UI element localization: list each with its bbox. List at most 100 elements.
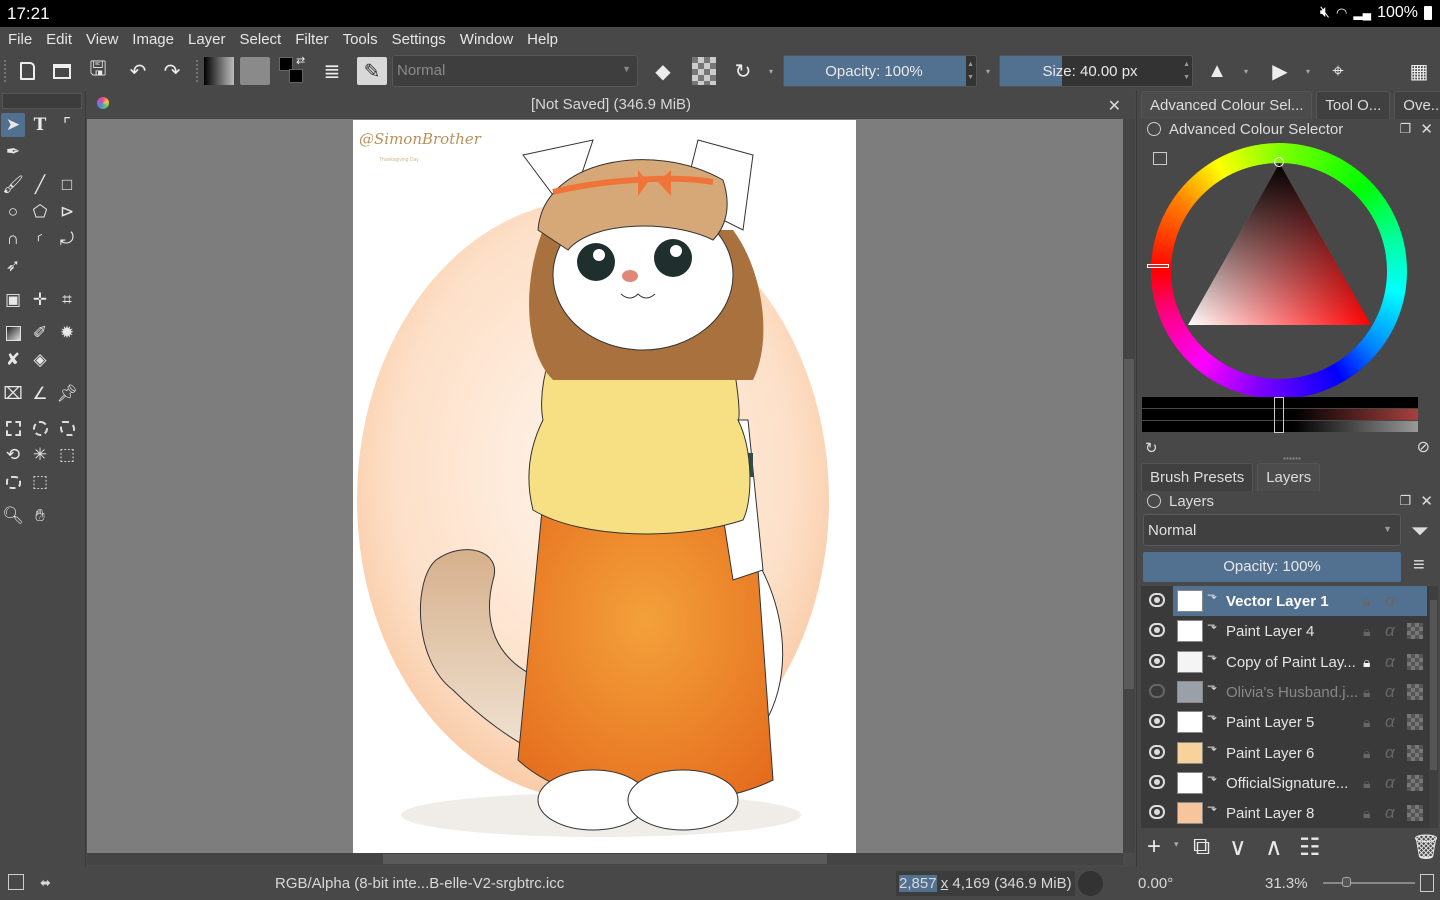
ellipse-tool[interactable]: ○	[1, 200, 25, 224]
menu-filter[interactable]: Filter	[295, 31, 328, 48]
vertical-scroll-thumb[interactable]	[1124, 359, 1134, 689]
edit-shapes-tool[interactable]: ⌜	[55, 113, 79, 137]
inherit-alpha-icon[interactable]	[1407, 683, 1423, 700]
brush-preset-button[interactable]: ✎	[357, 57, 387, 85]
layer-row[interactable]: ⬎ Olivia's Husband.j... 🔒︎ α	[1141, 677, 1427, 707]
filter-layers-icon[interactable]: ⏷	[1411, 518, 1429, 544]
color-sampler-tool[interactable]: ✐	[28, 321, 52, 345]
add-layer-dropdown[interactable]: ▾	[1174, 839, 1179, 850]
inherit-alpha-icon[interactable]	[1407, 774, 1423, 791]
mirror-h-dropdown[interactable]: ▾	[1241, 57, 1251, 85]
layer-row[interactable]: ⬎ Vector Layer 1 🔒︎ α	[1141, 586, 1427, 616]
reference-images-tool[interactable]: 📌︎	[55, 382, 79, 406]
layer-row[interactable]: ⬎ Copy of Paint Lay... 🔒︎ α	[1141, 647, 1427, 677]
horizontal-scroll-thumb[interactable]	[383, 854, 827, 864]
bezier-tool[interactable]: ∩	[1, 227, 25, 251]
gradient-tool[interactable]	[1, 321, 25, 345]
rotation-dial[interactable]	[1078, 871, 1103, 896]
alpha-lock-icon[interactable]: α	[1385, 743, 1395, 763]
polyline-tool[interactable]: ⊳	[55, 200, 79, 224]
inherit-alpha-icon[interactable]	[1407, 653, 1423, 670]
fill-tool[interactable]: ◈	[28, 348, 52, 372]
fg-bg-color-swatch[interactable]: ⇄	[278, 54, 310, 85]
redo-button[interactable]: ↷	[160, 57, 184, 85]
move-layer-down-button[interactable]: ∨	[1229, 833, 1247, 862]
dynamic-brush-tool[interactable]: ⤾	[55, 227, 79, 251]
brush-settings-button[interactable]: ≣	[320, 57, 344, 85]
layer-options-menu-icon[interactable]: ≡	[1413, 554, 1425, 577]
lock-open-icon[interactable]: 🔒︎	[1363, 805, 1370, 822]
select-shapes-tool[interactable]: ➤	[1, 113, 25, 137]
visibility-eye-icon[interactable]	[1149, 653, 1165, 668]
eraser-mode-button[interactable]: ◆	[651, 57, 675, 85]
mirror-v-dropdown[interactable]: ▾	[1303, 57, 1313, 85]
canvas-horizontal-scrollbar[interactable]	[87, 853, 1123, 865]
swap-colors-icon[interactable]: ⇄	[296, 54, 305, 67]
inherit-alpha-icon[interactable]	[1407, 805, 1423, 822]
alpha-lock-icon[interactable]: α	[1385, 773, 1395, 793]
move-tool[interactable]: ✛	[28, 288, 52, 312]
close-panel-icon[interactable]: ✕	[1420, 492, 1433, 510]
canvas-vertical-scrollbar[interactable]	[1123, 119, 1135, 853]
lock-open-icon[interactable]: 🔒︎	[1363, 623, 1370, 640]
layer-row[interactable]: ⬎ Paint Layer 4 🔒︎ α	[1141, 616, 1427, 646]
document-tab[interactable]: [Not Saved] (346.9 MiB) ✕	[87, 91, 1135, 119]
menu-edit[interactable]: Edit	[46, 31, 72, 48]
visibility-eye-icon[interactable]	[1149, 774, 1165, 789]
dock-splitter[interactable]	[1283, 457, 1301, 460]
line-tool[interactable]: ╱	[28, 173, 52, 197]
lock-open-icon[interactable]: 🔒︎	[1363, 593, 1370, 610]
menu-file[interactable]: File	[8, 31, 32, 48]
duplicate-layer-button[interactable]: ⧉	[1193, 833, 1210, 861]
contiguous-selection-tool[interactable]: ✳	[28, 443, 52, 467]
opacity-slider[interactable]: Opacity: 100% ▲ ▼	[783, 55, 977, 87]
reload-dropdown[interactable]: ▾	[766, 57, 776, 85]
multibrush-tool[interactable]: ➶	[1, 254, 25, 278]
magnetic-selection-tool[interactable]: ⬚	[28, 470, 52, 494]
float-panel-icon[interactable]: ❐	[1399, 493, 1411, 509]
lock-panel-icon[interactable]	[1147, 122, 1161, 136]
visibility-eye-icon[interactable]	[1149, 805, 1165, 820]
layer-row[interactable]: ⬎ OfficialSignature... 🔒︎ α	[1141, 768, 1427, 798]
gradient-selector[interactable]	[204, 57, 234, 85]
zoom-slider-handle[interactable]	[1342, 877, 1351, 887]
smart-patch-tool[interactable]: ✹	[55, 321, 79, 345]
assistant-tool[interactable]: ⌧	[1, 382, 25, 406]
close-document-icon[interactable]: ✕	[1108, 96, 1121, 116]
lock-open-icon[interactable]: 🔒︎	[1363, 714, 1370, 731]
elliptical-selection-tool[interactable]	[28, 416, 52, 440]
freehand-brush-tool[interactable]: 🖌︎	[1, 173, 25, 197]
preserve-alpha-button[interactable]	[692, 57, 716, 85]
freehand-path-tool[interactable]: ⸂	[28, 227, 52, 251]
mirror-horizontal-button[interactable]: ▲	[1205, 57, 1229, 85]
layer-properties-button[interactable]: ☷	[1299, 833, 1321, 862]
inherit-alpha-icon[interactable]	[1407, 714, 1423, 731]
lock-open-icon[interactable]: 🔒︎	[1363, 684, 1370, 701]
rectangular-selection-tool[interactable]	[1, 416, 25, 440]
colour-selector-settings-button[interactable]	[1153, 152, 1167, 165]
open-document-button[interactable]	[50, 57, 74, 85]
brush-blend-mode-select[interactable]: Normal ▼	[392, 55, 638, 87]
menu-select[interactable]: Select	[240, 31, 282, 48]
alpha-lock-icon[interactable]: α	[1385, 803, 1395, 823]
measure-tool[interactable]: ∠	[28, 382, 52, 406]
lock-open-icon[interactable]: 🔒︎	[1363, 745, 1370, 762]
similar-color-selection-tool[interactable]: ⬚	[55, 443, 79, 467]
menu-help[interactable]: Help	[527, 31, 558, 48]
move-layer-up-button[interactable]: ∧	[1265, 833, 1283, 862]
colour-sliders[interactable]	[1142, 397, 1418, 433]
visibility-eye-icon[interactable]	[1149, 593, 1165, 607]
inherit-alpha-icon[interactable]	[1407, 744, 1423, 761]
sv-selector-handle[interactable]	[1274, 157, 1284, 167]
canvas-viewport[interactable]: @SimonBrother Thanksgiving Day	[87, 119, 1123, 853]
alpha-lock-icon[interactable]: α	[1385, 652, 1395, 672]
visibility-eye-icon[interactable]	[1149, 623, 1165, 638]
size-spinner[interactable]: ▲ ▼	[1183, 58, 1190, 84]
freehand-selection-tool[interactable]: ⟲	[1, 443, 25, 467]
no-colour-icon[interactable]: ⊘	[1417, 437, 1430, 457]
transform-tool[interactable]: ▣	[1, 288, 25, 312]
save-button[interactable]: 🖫︎	[86, 57, 110, 85]
wrap-around-button[interactable]: ⌖	[1325, 57, 1351, 85]
polygonal-selection-tool[interactable]	[55, 416, 79, 440]
new-document-button[interactable]	[16, 57, 38, 85]
